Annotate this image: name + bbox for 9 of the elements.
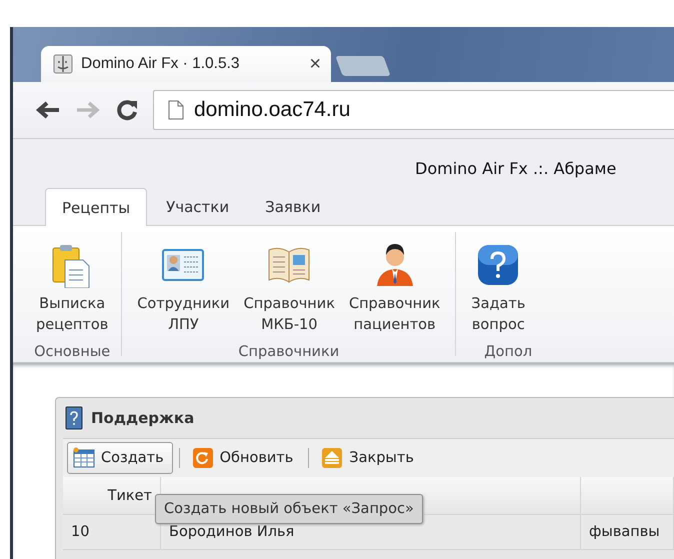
app-title: Domino Air Fx .:. Абраме (414, 158, 618, 180)
table-cell: 10 (63, 515, 161, 550)
tab-title: Domino Air Fx · 1.0.5.3 (81, 55, 241, 73)
group-label: Допол (483, 344, 532, 360)
group-label: Справочники (237, 344, 340, 360)
tooltip: Создать новый объект «Запрос» (155, 494, 423, 524)
table-cell: фывапвы (581, 515, 674, 550)
group-label: Основные (33, 344, 112, 360)
panel-title: Поддержка (91, 409, 194, 427)
